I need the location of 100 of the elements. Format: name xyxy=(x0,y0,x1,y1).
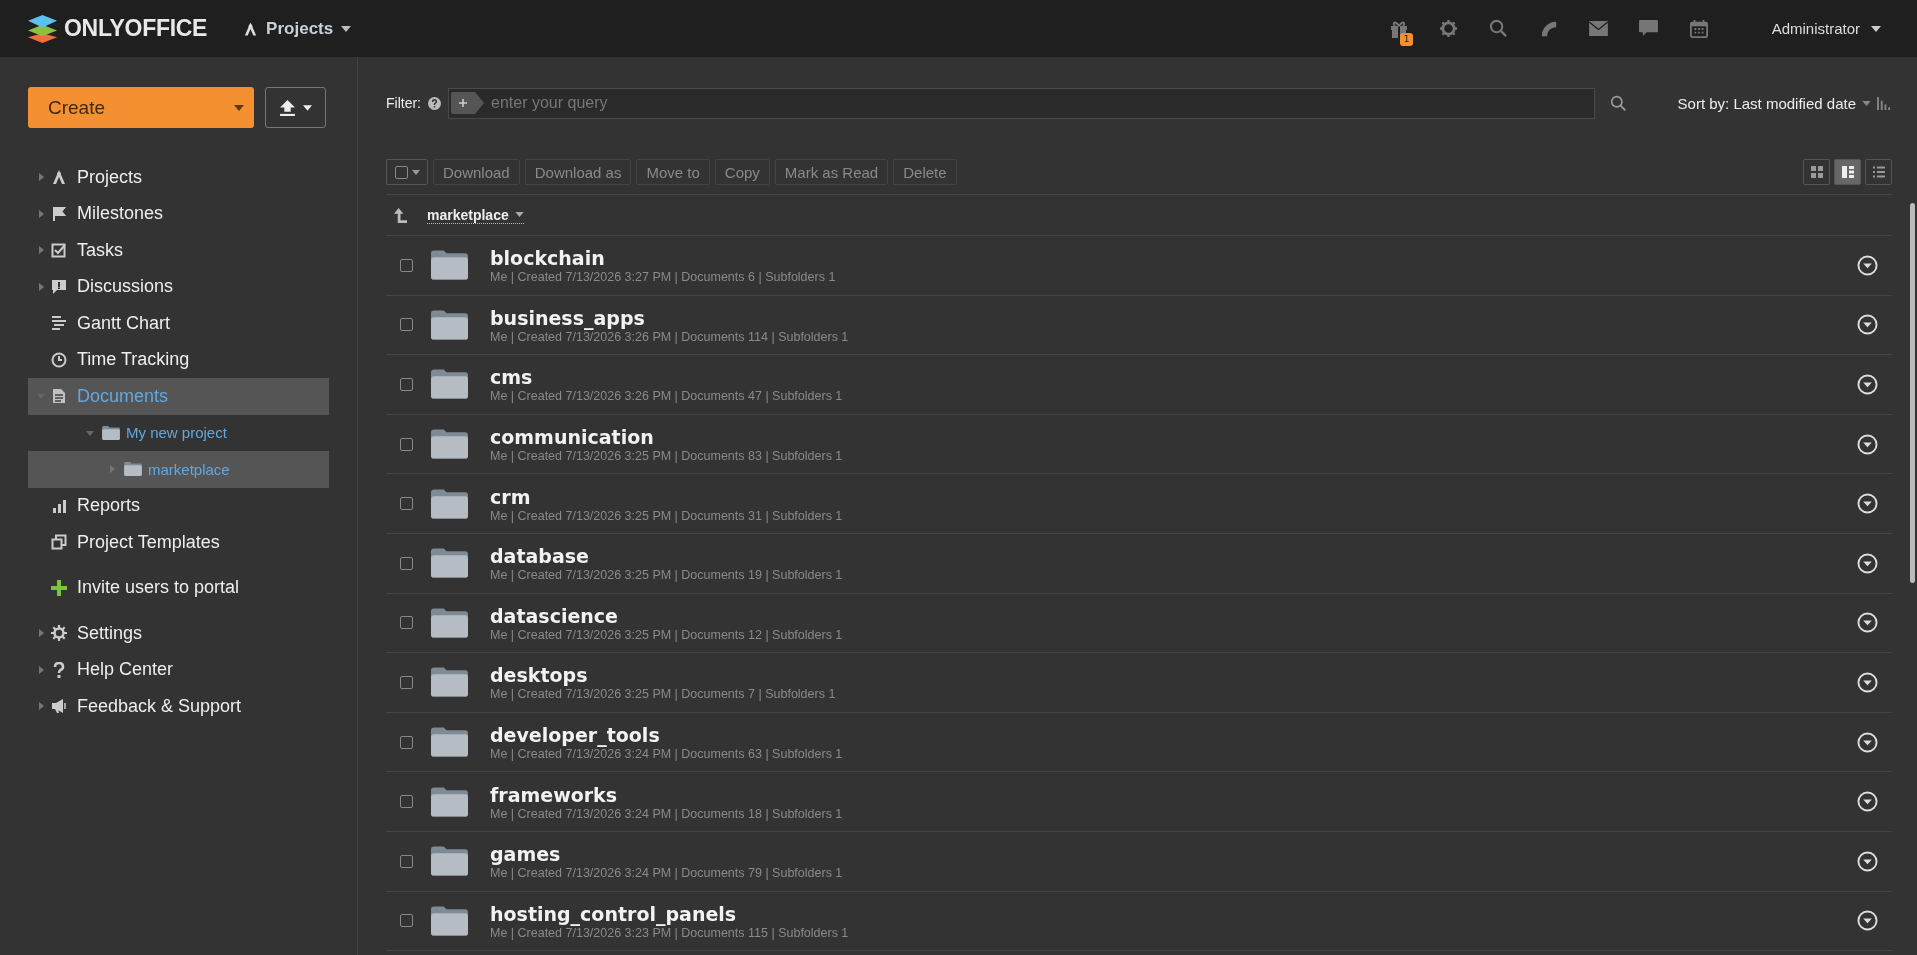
circle-caret-icon[interactable] xyxy=(1857,552,1878,574)
folder-icon xyxy=(431,786,468,817)
circle-caret-icon[interactable] xyxy=(1857,374,1878,395)
select-all-dropdown[interactable] xyxy=(386,159,428,185)
folder-icon xyxy=(431,250,468,281)
row-checkbox[interactable] xyxy=(400,258,413,272)
nav-item[interactable]: Help Center xyxy=(28,651,329,688)
create-button[interactable]: Create xyxy=(28,87,254,128)
megaphone-icon xyxy=(51,698,67,715)
circle-caret-icon[interactable] xyxy=(1857,731,1878,753)
level-up-icon[interactable] xyxy=(394,207,407,223)
folder-row[interactable]: communication Me | Created 7/13/2026 3:25 PM | Documents 83 | Subfolders 1 xyxy=(386,414,1892,475)
breadcrumb-dropdown[interactable]: marketplace xyxy=(427,206,524,224)
circle-caret-icon[interactable] xyxy=(1857,671,1878,693)
help-icon[interactable] xyxy=(428,96,441,110)
folder-name[interactable]: database xyxy=(490,544,589,569)
row-checkbox[interactable] xyxy=(400,437,413,451)
folder-name[interactable]: business_apps xyxy=(490,305,645,330)
row-checkbox[interactable] xyxy=(400,854,413,868)
compass-icon xyxy=(243,20,259,37)
folder-name[interactable]: datascience xyxy=(490,603,618,628)
caret-right-icon[interactable] xyxy=(37,246,45,255)
mail-icon xyxy=(1589,21,1609,36)
nav-item[interactable]: Discussions xyxy=(28,268,329,305)
folder-tree-item[interactable]: My new project xyxy=(28,414,329,451)
nav-item[interactable]: Tasks xyxy=(28,232,329,269)
folder-name[interactable]: crm xyxy=(490,484,531,509)
sort-dropdown[interactable]: Sort by: Last modified date xyxy=(1677,94,1871,112)
tile-view-button[interactable] xyxy=(1803,159,1830,185)
folder-details: Me | Created 7/13/2026 3:25 PM | Documents 31 | Subfolders 1 xyxy=(490,508,843,523)
folder-row[interactable]: database Me | Created 7/13/2026 3:25 PM | Documents 19 | Subfolders 1 xyxy=(386,533,1892,594)
folder-row[interactable]: blockchain Me | Created 7/13/2026 3:27 PM | Documents 6 | Subfolders 1 xyxy=(386,236,1892,296)
upload-icon xyxy=(279,99,296,116)
circle-caret-icon[interactable] xyxy=(1857,791,1878,813)
folder-row[interactable]: cms Me | Created 7/13/2026 3:26 PM | Documents 47 | Subfolders 1 xyxy=(386,355,1892,415)
caret-right-icon[interactable] xyxy=(37,173,45,182)
folder-details: Me | Created 7/13/2026 3:25 PM | Documents 12 | Subfolders 1 xyxy=(490,627,843,642)
folder-name[interactable]: communication xyxy=(490,425,654,450)
nav-item[interactable]: Gantt Chart xyxy=(28,305,329,342)
folder-name[interactable]: hosting_control_panels xyxy=(490,901,737,926)
circle-caret-icon[interactable] xyxy=(1857,612,1878,634)
chat-icon xyxy=(1639,20,1659,37)
invite-link[interactable]: Invite users to portal xyxy=(77,577,240,599)
row-checkbox[interactable] xyxy=(400,735,413,749)
calendar-icon xyxy=(1689,19,1708,38)
filter-field[interactable]: enter your query xyxy=(448,87,1595,119)
folder-row[interactable]: developer_tools Me | Created 7/13/2026 3:24 PM | Documents 63 | Subfolders 1 xyxy=(386,712,1892,773)
folder-name[interactable]: developer_tools xyxy=(490,723,660,748)
folder-row[interactable]: crm Me | Created 7/13/2026 3:25 PM | Documents 31 | Subfolders 1 xyxy=(386,474,1892,534)
bar-chart-icon xyxy=(51,497,67,514)
row-checkbox[interactable] xyxy=(400,378,413,391)
row-checkbox[interactable] xyxy=(400,497,413,511)
caret-right-icon[interactable] xyxy=(37,629,45,638)
circle-caret-icon[interactable] xyxy=(1857,493,1878,515)
nav-item[interactable]: Time Tracking xyxy=(28,341,329,378)
gift-button[interactable]: 1 xyxy=(1373,8,1424,49)
row-checkbox[interactable] xyxy=(400,914,413,928)
search-icon[interactable] xyxy=(1610,94,1627,112)
caret-right-icon[interactable] xyxy=(37,209,45,218)
circle-caret-icon[interactable] xyxy=(1857,314,1878,336)
list-view-button[interactable] xyxy=(1865,159,1892,185)
folder-name[interactable]: desktops xyxy=(490,663,588,688)
nav-item[interactable]: Settings xyxy=(28,615,329,652)
folder-name[interactable]: cms xyxy=(490,365,533,390)
circle-caret-icon[interactable] xyxy=(1857,910,1878,932)
caret-right-icon[interactable] xyxy=(37,702,45,711)
row-checkbox[interactable] xyxy=(400,318,413,332)
circle-caret-icon[interactable] xyxy=(1857,850,1878,872)
nav-item[interactable]: Milestones xyxy=(28,195,329,232)
add-filter-icon[interactable] xyxy=(451,91,485,114)
folder-name[interactable]: frameworks xyxy=(490,782,618,807)
folder-row[interactable]: frameworks Me | Created 7/13/2026 3:24 PM | Documents 18 | Subfolders 1 xyxy=(386,772,1892,832)
nav-item[interactable]: Feedback & Support xyxy=(28,688,329,725)
user-menu[interactable]: Administrator xyxy=(1771,20,1881,37)
folder-details: Me | Created 7/13/2026 3:25 PM | Documents 83 | Subfolders 1 xyxy=(490,449,843,464)
nav-item[interactable]: Project Templates xyxy=(28,524,329,561)
circle-caret-icon[interactable] xyxy=(1857,254,1878,276)
caret-right-icon[interactable] xyxy=(37,665,45,674)
nav-item[interactable]: Projects xyxy=(28,159,329,196)
row-checkbox[interactable] xyxy=(400,795,413,809)
folder-name[interactable]: blockchain xyxy=(490,246,605,271)
circle-caret-icon[interactable] xyxy=(1857,433,1878,455)
caret-down-icon[interactable] xyxy=(86,428,94,437)
row-checkbox[interactable] xyxy=(400,675,413,689)
folder-row[interactable]: business_apps Me | Created 7/13/2026 3:26 PM | Documents 114 | Subfolders 1 xyxy=(386,295,1892,356)
compact-view-button[interactable] xyxy=(1834,159,1861,185)
folder-row[interactable]: datascience Me | Created 7/13/2026 3:25 PM | Documents 12 | Subfolders 1 xyxy=(386,593,1892,654)
folder-row[interactable]: hosting_control_panels Me | Created 7/13/2026 3:23 PM | Documents 115 | Subfolders 1 xyxy=(386,891,1892,952)
row-checkbox[interactable] xyxy=(400,616,413,630)
row-checkbox[interactable] xyxy=(400,556,413,570)
module-menu[interactable]: Projects xyxy=(243,18,352,39)
search-icon xyxy=(1489,19,1509,38)
folder-details: Me | Created 7/13/2026 3:26 PM | Documents 114 | Subfolders 1 xyxy=(490,329,849,344)
folder-row[interactable]: games Me | Created 7/13/2026 3:24 PM | Documents 79 | Subfolders 1 xyxy=(386,831,1892,892)
upload-button[interactable] xyxy=(265,87,326,128)
sort-order-icon[interactable] xyxy=(1877,96,1892,110)
caret-right-icon[interactable] xyxy=(37,282,45,291)
folder-row[interactable]: desktops Me | Created 7/13/2026 3:25 PM | Documents 7 | Subfolders 1 xyxy=(386,653,1892,713)
folder-name[interactable]: games xyxy=(490,842,561,867)
nav-item[interactable]: Reports xyxy=(28,487,329,524)
